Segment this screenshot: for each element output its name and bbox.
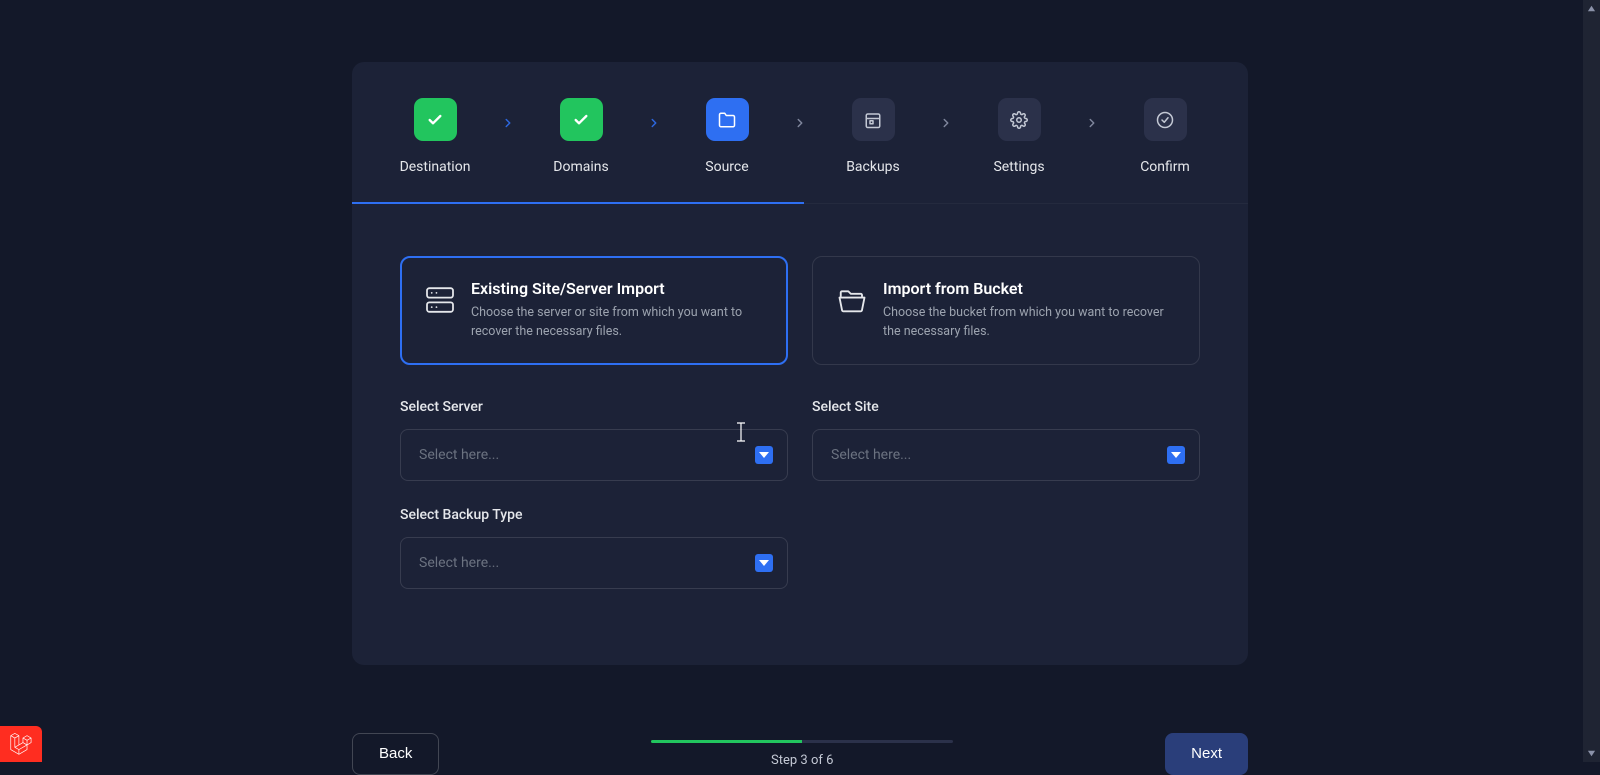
caret-down-icon: [1167, 446, 1185, 464]
footer-progress: Step 3 of 6: [651, 740, 953, 768]
server-icon: [425, 285, 455, 315]
select-placeholder: Select here...: [831, 447, 911, 463]
check-icon: [560, 98, 603, 141]
step-label: Confirm: [1140, 159, 1190, 175]
calendar-icon: [852, 98, 895, 141]
step-confirm[interactable]: Confirm: [1115, 98, 1215, 175]
field-label: Select Backup Type: [400, 507, 788, 523]
step-backups[interactable]: Backups: [823, 98, 923, 175]
open-folder-icon: [837, 285, 867, 315]
step-source[interactable]: Source: [677, 98, 777, 175]
step-label: Destination: [400, 159, 471, 175]
step-destination[interactable]: Destination: [385, 98, 485, 175]
option-desc: Choose the bucket from which you want to…: [883, 304, 1175, 342]
step-label: Source: [705, 159, 748, 175]
step-label: Domains: [553, 159, 608, 175]
chevron-right-icon: [485, 116, 531, 130]
gear-icon: [998, 98, 1041, 141]
laravel-badge-icon[interactable]: [0, 726, 42, 762]
wizard-card: Destination Domains Source: [352, 62, 1248, 665]
step-label: Settings: [993, 159, 1044, 175]
field-label: Select Site: [812, 399, 1200, 415]
field-label: Select Server: [400, 399, 788, 415]
progress-bar: [651, 740, 953, 743]
option-existing-import[interactable]: Existing Site/Server Import Choose the s…: [400, 256, 788, 365]
next-button[interactable]: Next: [1165, 733, 1248, 775]
step-indicator-text: Step 3 of 6: [771, 753, 833, 768]
check-icon: [414, 98, 457, 141]
chevron-right-icon: [631, 116, 677, 130]
step-label: Backups: [846, 159, 900, 175]
field-select-site: Select Site Select here...: [812, 399, 1200, 481]
back-button[interactable]: Back: [352, 733, 439, 775]
select-placeholder: Select here...: [419, 447, 499, 463]
scroll-down-icon[interactable]: [1583, 745, 1600, 762]
caret-down-icon: [755, 446, 773, 464]
option-import-bucket[interactable]: Import from Bucket Choose the bucket fro…: [812, 256, 1200, 365]
chevron-right-icon: [777, 116, 823, 130]
option-desc: Choose the server or site from which you…: [471, 304, 763, 342]
field-select-server: Select Server Select here...: [400, 399, 788, 481]
stepper-progress-line: [352, 202, 804, 204]
step-settings[interactable]: Settings: [969, 98, 1069, 175]
select-site[interactable]: Select here...: [812, 429, 1200, 481]
step-domains[interactable]: Domains: [531, 98, 631, 175]
chevron-right-icon: [923, 116, 969, 130]
scroll-up-icon[interactable]: [1583, 0, 1600, 17]
select-backup-type[interactable]: Select here...: [400, 537, 788, 589]
chevron-right-icon: [1069, 116, 1115, 130]
wizard-footer: Back Step 3 of 6 Next: [352, 733, 1248, 775]
caret-down-icon: [755, 554, 773, 572]
check-circle-icon: [1144, 98, 1187, 141]
field-select-backup-type: Select Backup Type Select here...: [400, 507, 788, 589]
option-title: Import from Bucket: [883, 279, 1175, 298]
stepper: Destination Domains Source: [352, 62, 1248, 204]
vertical-scrollbar[interactable]: [1583, 0, 1600, 762]
wizard-content: Existing Site/Server Import Choose the s…: [352, 204, 1248, 589]
folder-icon: [706, 98, 749, 141]
option-title: Existing Site/Server Import: [471, 279, 763, 298]
select-server[interactable]: Select here...: [400, 429, 788, 481]
select-placeholder: Select here...: [419, 555, 499, 571]
